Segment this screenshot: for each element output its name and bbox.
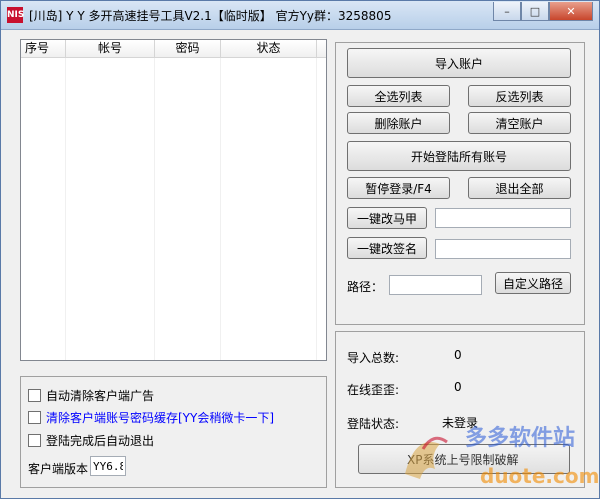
maximize-icon[interactable]: □ bbox=[521, 2, 549, 21]
auto-clear-ads-label: 自动清除客户端广告 bbox=[46, 389, 155, 403]
column-divider bbox=[316, 58, 317, 360]
import-total-label: 导入总数: bbox=[347, 351, 400, 365]
column-index[interactable]: 序号 bbox=[21, 40, 66, 57]
exit-all-button[interactable]: 退出全部 bbox=[468, 177, 571, 199]
app-logo-icon: NIS bbox=[7, 7, 24, 23]
account-list[interactable]: 序号 帐号 密码 状态 bbox=[20, 39, 327, 361]
signature-input[interactable] bbox=[435, 239, 571, 259]
auto-exit-label: 登陆完成后自动退出 bbox=[46, 434, 155, 448]
app-window: NIS [川岛] Y Y 多开高速挂号工具V2.1【临时版】 官方Yy群：325… bbox=[0, 0, 600, 499]
column-divider bbox=[154, 58, 155, 360]
column-account[interactable]: 帐号 bbox=[66, 40, 155, 57]
auto-exit-checkbox[interactable] bbox=[28, 434, 41, 447]
online-count-value: 0 bbox=[454, 380, 462, 394]
select-all-button[interactable]: 全选列表 bbox=[347, 85, 450, 107]
watermark-domain: duote.com bbox=[480, 464, 600, 488]
login-all-button[interactable]: 开始登陆所有账号 bbox=[347, 141, 571, 171]
clear-cache-option[interactable]: 清除客户端账号密码缓存[YY会稍微卡一下] bbox=[28, 409, 274, 426]
list-header: 序号 帐号 密码 状态 bbox=[21, 40, 326, 58]
auto-clear-ads-checkbox[interactable] bbox=[28, 389, 41, 402]
delete-account-button[interactable]: 删除账户 bbox=[347, 112, 450, 134]
title-bar[interactable]: NIS [川岛] Y Y 多开高速挂号工具V2.1【临时版】 官方Yy群：325… bbox=[1, 1, 599, 30]
path-label: 路径： bbox=[347, 280, 384, 294]
close-icon[interactable]: ✕ bbox=[549, 2, 593, 21]
path-input[interactable] bbox=[389, 275, 482, 295]
auto-clear-ads-option[interactable]: 自动清除客户端广告 bbox=[28, 387, 154, 404]
column-status[interactable]: 状态 bbox=[221, 40, 317, 57]
client-version-label: 客户端版本 bbox=[28, 462, 89, 476]
clear-cache-checkbox[interactable] bbox=[28, 411, 41, 424]
change-vest-button[interactable]: 一键改马甲 bbox=[347, 207, 427, 229]
watermark-site-name: 多多软件站 bbox=[465, 426, 576, 451]
pause-login-button[interactable]: 暂停登录/F4 bbox=[347, 177, 450, 199]
column-divider bbox=[220, 58, 221, 360]
client-version-input[interactable] bbox=[90, 456, 126, 476]
minimize-icon[interactable]: – bbox=[493, 2, 521, 21]
column-divider bbox=[65, 58, 66, 360]
auto-exit-option[interactable]: 登陆完成后自动退出 bbox=[28, 432, 154, 449]
window-title: [川岛] Y Y 多开高速挂号工具V2.1【临时版】 官方Yy群：3258805 bbox=[29, 9, 392, 23]
custom-path-button[interactable]: 自定义路径 bbox=[495, 272, 571, 294]
invert-selection-button[interactable]: 反选列表 bbox=[468, 85, 571, 107]
site-watermark: 多多软件站 duote.com bbox=[385, 414, 599, 494]
import-accounts-button[interactable]: 导入账户 bbox=[347, 48, 571, 78]
online-count-label: 在线歪歪: bbox=[347, 383, 400, 397]
column-password[interactable]: 密码 bbox=[155, 40, 221, 57]
import-total-value: 0 bbox=[454, 348, 462, 362]
vest-input[interactable] bbox=[435, 208, 571, 228]
window-controls: – □ ✕ bbox=[493, 2, 593, 21]
change-signature-button[interactable]: 一键改签名 bbox=[347, 237, 427, 259]
clear-cache-label: 清除客户端账号密码缓存[YY会稍微卡一下] bbox=[46, 411, 275, 425]
clear-accounts-button[interactable]: 清空账户 bbox=[468, 112, 571, 134]
